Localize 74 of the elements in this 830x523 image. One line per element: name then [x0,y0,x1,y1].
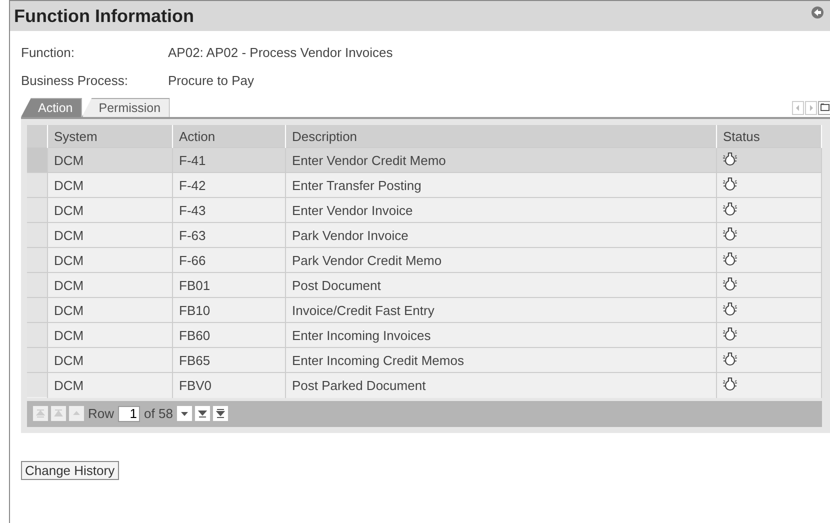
table-cell: Post Document [286,272,716,298]
first-page-icon[interactable] [33,406,48,421]
lamp-icon [723,176,737,190]
table-cell: F-41 [172,148,286,172]
table-cell: Enter Vendor Invoice [286,198,716,222]
back-arrow-icon[interactable] [811,6,824,19]
next-row-icon[interactable] [176,406,192,421]
next-page-icon[interactable] [194,406,210,421]
column-header[interactable]: Action [172,125,286,148]
row-selector[interactable] [27,373,47,398]
lamp-icon [723,302,737,316]
table-cell: DCM [48,372,172,398]
lamp-icon [723,376,737,391]
table-cell: Enter Incoming Invoices [286,322,716,348]
tab[interactable]: Action [21,98,82,117]
row-selector[interactable] [27,198,47,222]
change-history-button[interactable]: Change History [21,460,119,480]
column-header[interactable]: System [48,125,172,148]
previous-row-icon[interactable] [69,406,84,421]
table-cell: FB65 [172,348,286,372]
row-selector[interactable] [27,148,47,172]
table-cell: Enter Transfer Posting [286,172,716,198]
table-cell: F-42 [172,172,286,198]
table-cell: Park Vendor Credit Memo [286,248,716,272]
table-cell: F-66 [172,248,286,272]
table-cell: Post Parked Document [286,372,716,398]
table-cell: Enter Vendor Credit Memo [286,148,716,172]
tab-list-icon[interactable] [818,101,830,115]
pager-label: of 58 [144,406,173,421]
field-value: Procure to Pay [168,73,254,90]
lamp-icon [723,326,737,340]
table-cell: Enter Incoming Credit Memos [286,348,716,372]
scroll-left-icon[interactable] [792,101,804,115]
column-header[interactable]: Description [286,125,716,148]
lamp-icon [723,276,737,290]
row-selector[interactable] [27,248,47,272]
table-cell: DCM [48,198,172,222]
table-cell: DCM [48,272,172,298]
table-cell: DCM [48,298,172,322]
table-cell: Park Vendor Invoice [286,222,716,248]
row-input[interactable]: 1 [118,406,140,422]
field-label: Business Process: [21,73,129,90]
table-cell: DCM [48,322,172,348]
table-cell: DCM [48,148,172,172]
field-label: Function: [21,45,76,62]
table-cell: DCM [48,222,172,248]
pager-label: Row [88,406,114,421]
table-cell: Invoice/Credit Fast Entry [286,298,716,322]
lamp-icon [723,202,737,216]
lamp-icon [723,252,737,266]
table-cell: FBV0 [172,372,286,398]
window-title: Function Information [14,6,194,26]
table-cell: FB10 [172,298,286,322]
table-cell: FB01 [172,272,286,298]
table-cell: F-63 [172,222,286,248]
table-cell: F-43 [172,198,286,222]
lamp-icon [723,152,737,166]
column-header[interactable]: Status [716,125,822,148]
previous-page-icon[interactable] [51,406,66,421]
lamp-icon [723,226,737,240]
row-selector[interactable] [27,173,47,197]
row-selector[interactable] [27,298,47,322]
field-value: AP02: AP02 - Process Vendor Invoices [168,45,393,62]
row-selector[interactable] [27,348,47,372]
table-cell: FB60 [172,322,286,348]
lamp-icon [723,352,737,366]
tab[interactable]: Permission [82,98,170,117]
row-selector[interactable] [27,273,47,297]
last-page-icon[interactable] [212,406,228,421]
table-cell: DCM [48,248,172,272]
row-selector[interactable] [27,223,47,247]
row-selector[interactable] [27,323,47,347]
table-cell: DCM [48,172,172,198]
table-cell: DCM [48,348,172,372]
